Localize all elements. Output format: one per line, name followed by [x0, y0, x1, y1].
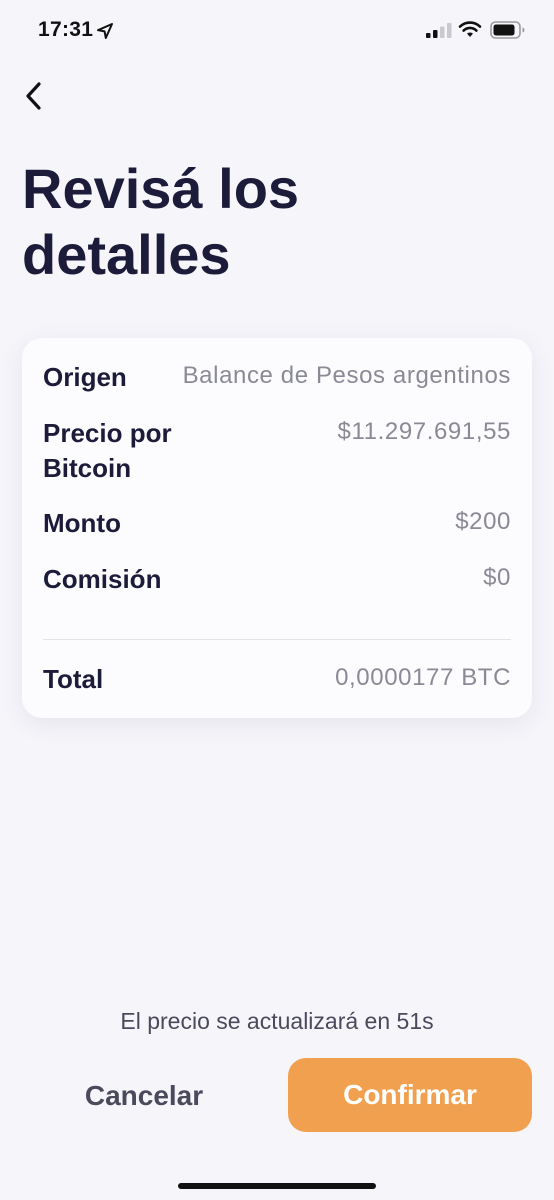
home-indicator: [178, 1183, 376, 1189]
price-update-text: El precio se actualizará en 51s: [120, 1008, 434, 1034]
confirm-button[interactable]: Confirmar: [288, 1058, 532, 1132]
total-value: 0,0000177 BTC: [335, 664, 511, 691]
precio-label: Precio por Bitcoin: [43, 418, 172, 483]
wifi-icon: [458, 21, 482, 37]
status-bar: 17:31: [0, 0, 554, 60]
comision-value: $0: [483, 564, 511, 591]
cancel-button[interactable]: Cancelar: [52, 1060, 236, 1132]
signal-icon: [426, 23, 452, 38]
location-arrow-icon: [97, 23, 113, 39]
total-label: Total: [43, 664, 104, 694]
precio-value: $11.297.691,55: [337, 418, 511, 445]
back-button[interactable]: [14, 76, 54, 116]
origen-value: Balance de Pesos argentinos: [182, 362, 511, 389]
details-card: Origen Balance de Pesos argentinos Preci…: [22, 338, 532, 718]
status-time: 17:31: [38, 18, 94, 41]
battery-icon: [490, 21, 525, 39]
card-divider: [43, 639, 511, 640]
comision-label: Comisión: [43, 564, 162, 594]
monto-value: $200: [455, 508, 511, 535]
page-title: Revisá los detalles: [22, 157, 300, 286]
chevron-left-icon: [26, 82, 41, 110]
monto-label: Monto: [43, 508, 121, 538]
